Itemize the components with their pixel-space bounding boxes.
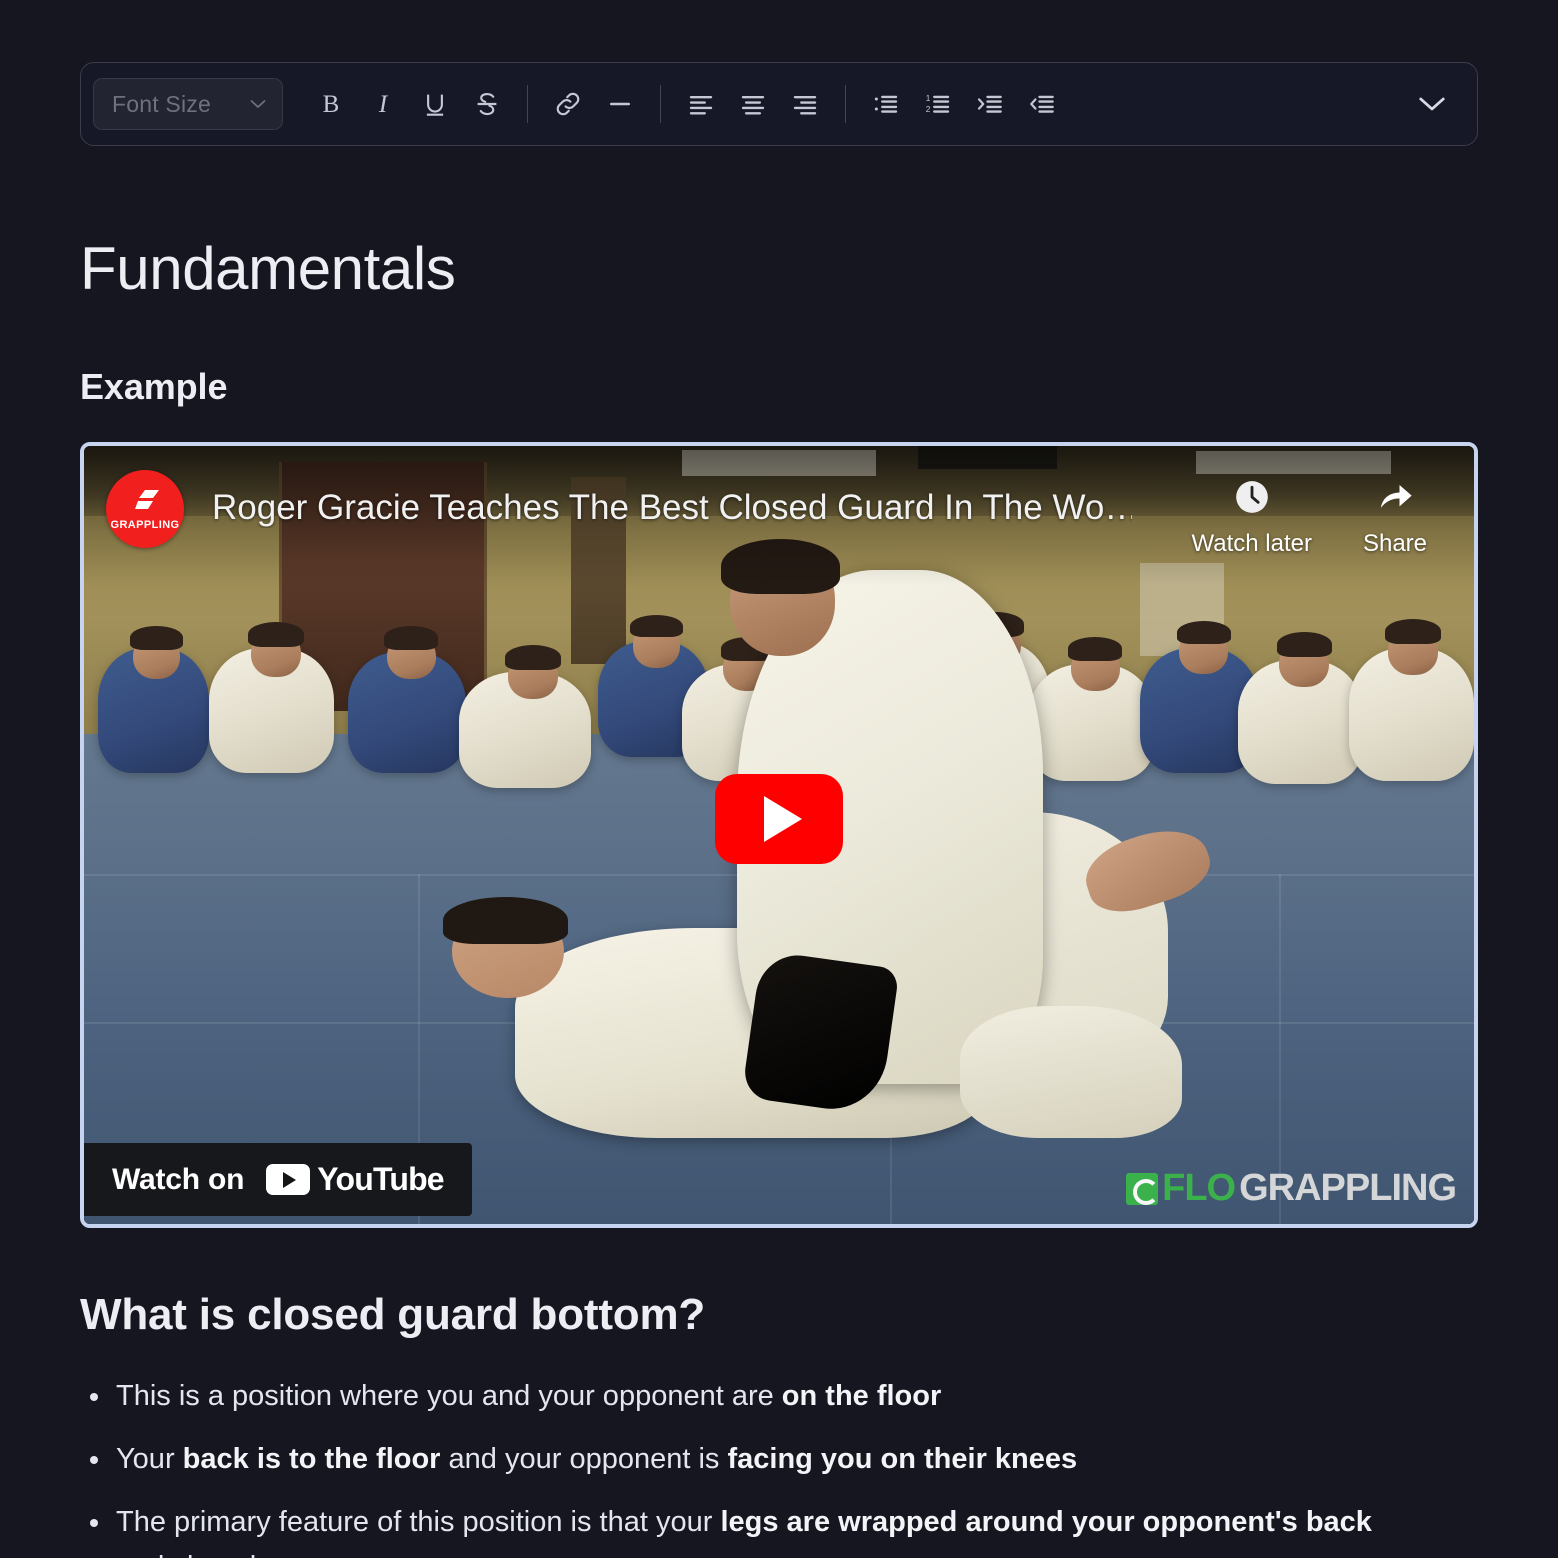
video-thumbnail: GRAPPLING Roger Gracie Teaches The Best … — [84, 446, 1474, 1224]
link-icon — [556, 92, 580, 116]
italic-icon: I — [378, 91, 389, 118]
toolbar-expand-button[interactable] — [1405, 78, 1459, 130]
editor-page: Font Size B I 1 2 Fundamentals Example G… — [0, 0, 1558, 1558]
youtube-play-icon — [266, 1164, 311, 1195]
play-button[interactable] — [715, 774, 843, 865]
watermark-secondary-text: GRAPPLING — [1239, 1167, 1457, 1209]
strikethrough-icon — [477, 92, 497, 116]
video-overlay-actions: Watch later Share — [1192, 476, 1432, 558]
video-title[interactable]: Roger Gracie Teaches The Best Closed Gua… — [212, 488, 1132, 528]
align-right-button[interactable] — [779, 78, 831, 130]
outdent-button[interactable] — [1016, 78, 1068, 130]
watch-on-youtube-button[interactable]: Watch on YouTube — [84, 1143, 472, 1216]
page-title: Fundamentals — [80, 235, 456, 302]
youtube-embed[interactable]: GRAPPLING Roger Gracie Teaches The Best … — [80, 442, 1478, 1228]
watch-later-button[interactable]: Watch later — [1192, 476, 1312, 558]
align-right-icon — [793, 95, 817, 115]
italic-button[interactable]: I — [357, 78, 409, 130]
flograppling-watermark: FLO GRAPPLING — [1126, 1167, 1457, 1210]
strikethrough-button[interactable] — [461, 78, 513, 130]
align-center-icon — [741, 95, 765, 115]
svg-text:I: I — [378, 91, 389, 118]
flograppling-mark-icon — [1126, 1172, 1160, 1205]
indent-button[interactable] — [964, 78, 1016, 130]
horizontal-rule-icon — [610, 102, 630, 106]
chevron-down-icon — [250, 100, 266, 108]
numbered-list-button[interactable]: 1 2 — [912, 78, 964, 130]
closed-guard-bullet-list: This is a position where you and your op… — [80, 1374, 1480, 1558]
section-heading-example: Example — [80, 366, 228, 407]
bullet-list-icon — [874, 95, 898, 113]
flograppling-logo-icon — [131, 490, 159, 509]
svg-text:B: B — [323, 91, 340, 118]
indent-icon — [977, 95, 1002, 113]
link-button[interactable] — [542, 78, 594, 130]
section-heading-question: What is closed guard bottom? — [80, 1290, 706, 1339]
underline-icon — [426, 94, 444, 116]
share-label: Share — [1362, 530, 1428, 557]
formatting-toolbar: Font Size B I 1 2 — [80, 62, 1478, 146]
watch-on-label: Watch on — [112, 1162, 245, 1196]
channel-logo-text: GRAPPLING — [110, 519, 180, 531]
share-button[interactable]: Share — [1358, 476, 1432, 558]
share-arrow-icon — [1374, 476, 1416, 518]
bold-icon: B — [323, 91, 340, 118]
toolbar-divider — [527, 85, 528, 123]
align-center-button[interactable] — [727, 78, 779, 130]
font-size-select[interactable]: Font Size — [93, 78, 283, 130]
channel-avatar[interactable]: GRAPPLING — [106, 470, 184, 548]
chevron-down-icon — [1419, 97, 1445, 111]
numbered-list-icon: 1 2 — [926, 94, 950, 114]
toolbar-divider — [660, 85, 661, 123]
toolbar-divider — [845, 85, 846, 123]
list-item: This is a position where you and your op… — [80, 1374, 1425, 1419]
font-size-placeholder: Font Size — [112, 90, 211, 117]
underline-button[interactable] — [409, 78, 461, 130]
align-left-button[interactable] — [675, 78, 727, 130]
clock-icon — [1232, 476, 1272, 518]
youtube-wordmark-text: YouTube — [317, 1161, 444, 1197]
youtube-logo: YouTube — [266, 1161, 445, 1198]
svg-text:2: 2 — [926, 105, 931, 114]
outdent-icon — [1030, 95, 1054, 113]
svg-text:1: 1 — [926, 94, 931, 103]
bullet-list-button[interactable] — [860, 78, 912, 130]
watch-later-label: Watch later — [1191, 530, 1312, 557]
watermark-primary-text: FLO — [1162, 1167, 1236, 1209]
list-item: Your back is to the floor and your oppon… — [80, 1437, 1425, 1482]
document-body: Fundamentals Example GRAPPLING Roger Gra… — [80, 200, 1480, 1558]
bold-button[interactable]: B — [305, 78, 357, 130]
list-item: The primary feature of this position is … — [80, 1500, 1425, 1558]
play-button-icon — [764, 796, 802, 843]
align-left-icon — [689, 95, 713, 115]
horizontal-rule-button[interactable] — [594, 78, 646, 130]
